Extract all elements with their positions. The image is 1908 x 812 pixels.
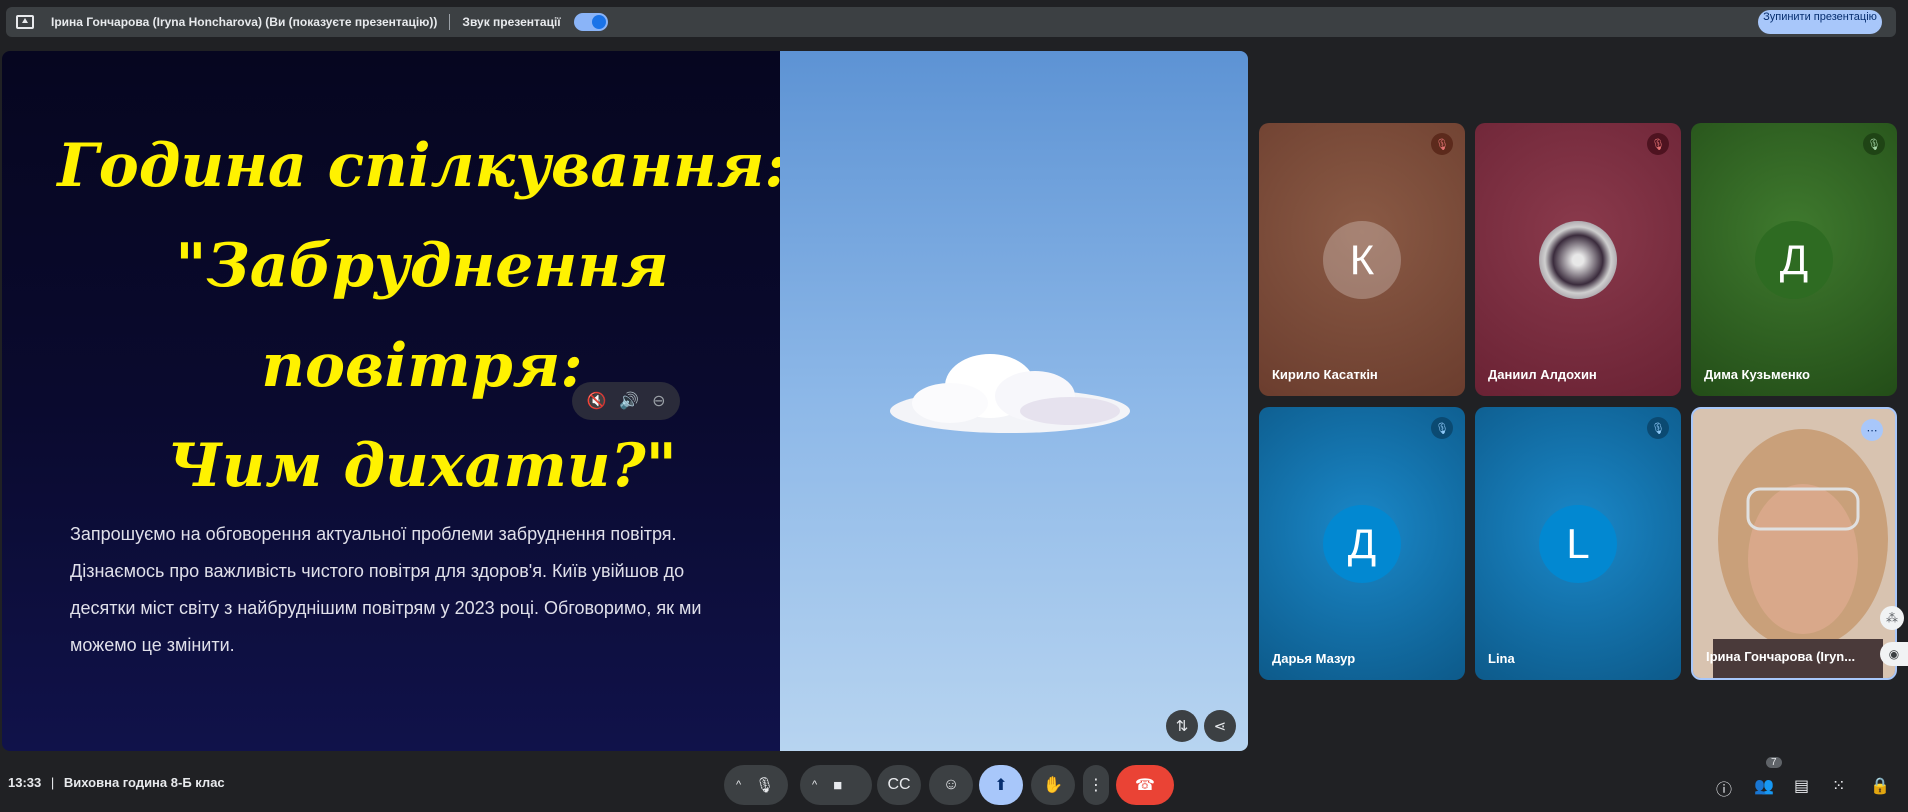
toggle-knob — [591, 15, 606, 29]
minus-circle-icon[interactable]: ⊖ — [652, 391, 665, 411]
presentation-audio-toggle[interactable] — [573, 13, 608, 31]
participant-name: Дима Кузьменко — [1704, 367, 1810, 382]
slide-title-line: "Забруднення повітря: — [175, 231, 669, 401]
slide-sky-image — [780, 51, 1248, 751]
widget-icon[interactable]: ⁂ — [1880, 606, 1904, 630]
participant-name: Lina — [1488, 651, 1515, 666]
activities-icon[interactable]: ⁙ — [1832, 776, 1845, 796]
slide-description: Запрошуємо на обговорення актуальної про… — [70, 524, 702, 655]
chevron-up-icon[interactable]: ^ — [736, 779, 741, 791]
people-icon[interactable]: 👥 — [1754, 776, 1774, 796]
camera-icon[interactable]: ■ — [833, 777, 842, 794]
camera-control-group: ^ ■ — [800, 765, 872, 805]
slide-title-line: Чим дихати?" — [167, 431, 677, 501]
slide-title-line: Година спілкування: — [57, 131, 787, 201]
end-call-icon[interactable]: ☎ — [1116, 765, 1174, 805]
host-controls-icon[interactable]: 🔒 — [1870, 776, 1890, 796]
presentation-mini-controls: 🔇 🔊 ⊖ — [572, 382, 680, 420]
participant-tile[interactable]: Д 🎙 Дима Кузьменко — [1691, 123, 1897, 396]
chevron-up-icon[interactable]: ^ — [812, 779, 817, 791]
presented-slide: Година спілкування: "Забруднення повітря… — [2, 51, 1248, 751]
avatar: К — [1323, 221, 1401, 299]
participant-name: Дарья Мазур — [1272, 651, 1356, 666]
people-count-badge: 7 — [1766, 757, 1782, 768]
participant-tile[interactable]: Д 🎙 Дарья Мазур — [1259, 407, 1465, 680]
avatar: Д — [1755, 221, 1833, 299]
avatar: L — [1539, 505, 1617, 583]
presentation-bar: Ірина Гончарова (Iryna Honcharova) (Ви (… — [6, 7, 1896, 37]
share-icon[interactable]: ⋖ — [1204, 710, 1236, 742]
meeting-name: Виховна година 8-Б клас — [63, 775, 225, 790]
volume-icon[interactable]: 🔊 — [619, 391, 639, 411]
participant-tile[interactable]: К 🎙 Кирило Касаткін — [1259, 123, 1465, 396]
mic-off-icon: 🎙 — [1431, 133, 1453, 155]
mic-off-icon: 🎙 — [1647, 133, 1669, 155]
present-screen-icon — [16, 15, 34, 29]
self-video-feed — [1693, 409, 1895, 678]
mic-off-icon: 🎙 — [1863, 133, 1885, 155]
presentation-audio-label: Звук презентації — [462, 15, 561, 29]
participant-tile[interactable]: 🎙 Даниил Алдохин — [1475, 123, 1681, 396]
cloud-image — [890, 354, 1130, 433]
clock-time: 13:33 — [8, 775, 42, 790]
emoji-icon[interactable]: ☺ — [929, 765, 973, 805]
mic-off-icon: 🎙 — [1431, 417, 1453, 439]
present-icon[interactable]: ⬆ — [979, 765, 1023, 805]
presenter-label: Ірина Гончарова (Iryna Honcharova) (Ви (… — [51, 15, 438, 29]
participant-tile-self[interactable]: ⋯ Ірина Гончарова (Iryn... — [1691, 407, 1897, 680]
participant-name: Кирило Касаткін — [1272, 367, 1378, 382]
slide-title: Година спілкування: "Забруднення повітря… — [42, 116, 802, 516]
stop-presenting-button[interactable]: Зупинити презентацію — [1758, 10, 1882, 34]
swap-icon[interactable]: ⇅ — [1166, 710, 1198, 742]
meeting-info: 13:33 | Виховна година 8-Б клас — [8, 775, 225, 790]
more-options-icon[interactable]: ⋯ — [1861, 419, 1883, 441]
participant-name: Даниил Алдохин — [1488, 367, 1597, 382]
assistant-icon[interactable]: ◉ — [1880, 642, 1908, 666]
mic-control-group: ^ 🎙 — [724, 765, 788, 805]
mic-icon[interactable]: 🎙 — [755, 776, 774, 794]
chat-icon[interactable]: ▤ — [1794, 776, 1809, 796]
avatar: Д — [1323, 505, 1401, 583]
avatar — [1539, 221, 1617, 299]
separator: | — [50, 775, 55, 790]
info-icon[interactable]: ⓘ — [1716, 776, 1732, 800]
meeting-controls-bar: 13:33 | Виховна година 8-Б клас ^ 🎙 ^ ■ … — [0, 752, 1908, 812]
mic-off-icon: 🎙 — [1647, 417, 1669, 439]
captions-icon[interactable]: CC — [877, 765, 921, 805]
divider — [449, 14, 451, 30]
participant-name: Ірина Гончарова (Iryn... — [1706, 649, 1856, 664]
participant-tile[interactable]: L 🎙 Lina — [1475, 407, 1681, 680]
raise-hand-icon[interactable]: ✋ — [1031, 765, 1075, 805]
mute-slash-icon[interactable]: 🔇 — [586, 391, 606, 411]
more-vert-icon[interactable]: ⋮ — [1083, 765, 1109, 805]
